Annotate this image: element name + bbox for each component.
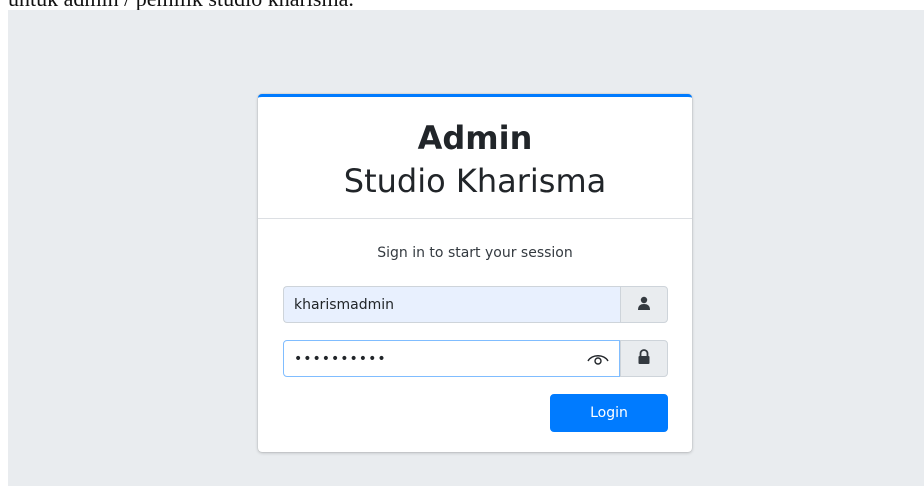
lock-addon (620, 340, 668, 377)
eye-icon[interactable] (586, 350, 610, 368)
user-addon (620, 286, 668, 323)
brand-title-strong: Admin (417, 119, 533, 157)
card-header: Admin Studio Kharisma (258, 97, 692, 219)
username-group (283, 286, 668, 323)
password-group (283, 340, 668, 377)
user-icon (637, 295, 651, 314)
lock-icon (637, 349, 651, 368)
username-input[interactable] (283, 286, 620, 323)
login-page: Admin Studio Kharisma Sign in to start y… (8, 10, 924, 486)
login-button[interactable]: Login (550, 394, 668, 432)
password-input[interactable] (283, 340, 620, 377)
login-box-message: Sign in to start your session (377, 245, 573, 261)
login-card: Admin Studio Kharisma Sign in to start y… (258, 94, 692, 452)
brand-title-light: Studio Kharisma (343, 162, 607, 200)
